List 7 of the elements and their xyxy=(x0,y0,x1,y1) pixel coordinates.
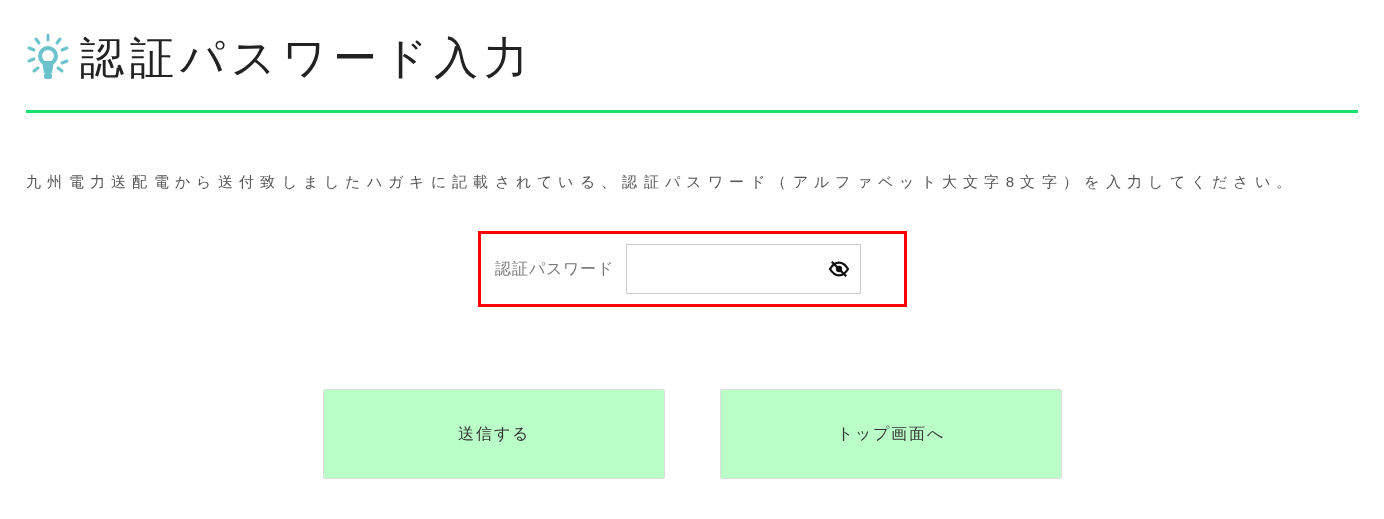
eye-slash-icon[interactable] xyxy=(827,259,850,278)
nav-button[interactable]: 送信する xyxy=(322,388,665,479)
instruction-text: 九州電力送配電から送付致しましたハガキに記載されている、認証パスワード（アルファベット大文字8文字）を入力してください。 xyxy=(26,172,1299,192)
field-label: 認証パスワード xyxy=(494,258,614,279)
page-title: 認証パスワード入力 xyxy=(80,36,534,80)
password-field[interactable] xyxy=(625,243,861,294)
nav-button[interactable]: トップ画面へ xyxy=(719,388,1062,479)
